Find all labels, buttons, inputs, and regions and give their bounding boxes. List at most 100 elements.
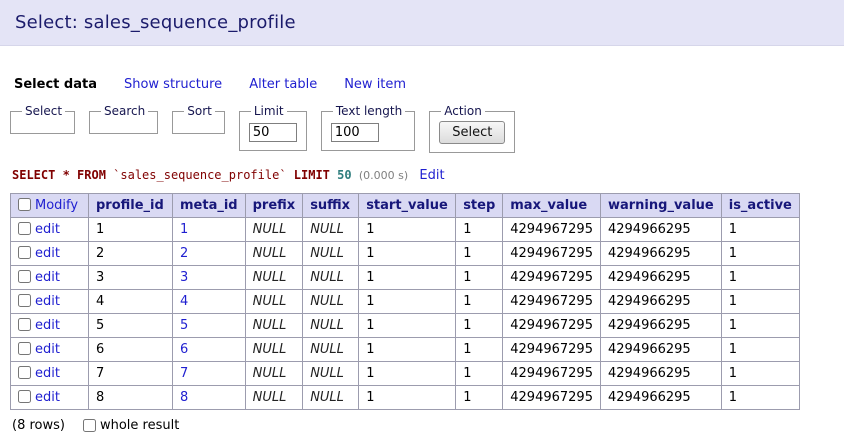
edit-link[interactable]: edit	[35, 390, 60, 405]
cell-step: 1	[455, 313, 504, 338]
modify-cell: edit	[10, 217, 89, 242]
table-row: edit 3 3 NULL NULL 1 1 4294967295 429496…	[10, 265, 800, 290]
cell-max-value: 4294967295	[502, 385, 601, 410]
tab-alter-table[interactable]: Alter table	[249, 77, 317, 92]
select-button[interactable]: Select	[439, 121, 506, 144]
col-header-warning-value[interactable]: warning_value	[599, 193, 722, 218]
cell-max-value: 4294967295	[502, 289, 601, 314]
modify-cell: edit	[10, 289, 89, 314]
cell-suffix: NULL	[302, 241, 360, 266]
cell-profile-id: 2	[88, 241, 173, 266]
meta-id-link[interactable]: 3	[180, 270, 188, 285]
edit-link[interactable]: edit	[35, 270, 60, 285]
cell-meta-id: 7	[172, 361, 246, 386]
text-length-fieldset: Text length	[320, 104, 416, 151]
cell-max-value: 4294967295	[502, 241, 601, 266]
edit-link[interactable]: edit	[35, 246, 60, 261]
row-checkbox[interactable]	[18, 318, 31, 331]
meta-id-link[interactable]: 4	[180, 294, 188, 309]
select-all-checkbox[interactable]	[18, 198, 31, 211]
cell-prefix: NULL	[244, 337, 304, 362]
tab-new-item[interactable]: New item	[344, 77, 406, 92]
sql-table-name: `sales_sequence_profile`	[113, 168, 287, 182]
col-link-profile-id[interactable]: profile_id	[96, 198, 164, 213]
edit-link[interactable]: edit	[35, 294, 60, 309]
col-link-meta-id[interactable]: meta_id	[180, 198, 238, 213]
col-header-prefix[interactable]: prefix	[244, 193, 304, 218]
modify-header-cell: Modify	[10, 193, 89, 218]
edit-link[interactable]: edit	[35, 318, 60, 333]
row-checkbox[interactable]	[18, 366, 31, 379]
action-legend: Action	[444, 104, 482, 118]
text-length-input[interactable]	[330, 123, 379, 142]
cell-start-value: 1	[358, 337, 457, 362]
sql-exec-time: (0.000 s)	[358, 169, 409, 182]
col-header-max-value[interactable]: max_value	[502, 193, 601, 218]
col-header-meta-id[interactable]: meta_id	[172, 193, 246, 218]
sql-edit-link[interactable]: Edit	[419, 168, 444, 183]
col-header-step[interactable]: step	[455, 193, 504, 218]
table-row: edit 8 8 NULL NULL 1 1 4294967295 429496…	[10, 385, 800, 410]
meta-id-link[interactable]: 8	[180, 390, 188, 405]
cell-start-value: 1	[358, 289, 457, 314]
action-fieldset: Action Select	[429, 104, 516, 153]
cell-warning-value: 4294966295	[599, 241, 722, 266]
meta-id-link[interactable]: 1	[180, 222, 188, 237]
cell-suffix: NULL	[302, 337, 360, 362]
tab-select-data[interactable]: Select data	[14, 77, 97, 92]
cell-profile-id: 7	[88, 361, 173, 386]
row-checkbox[interactable]	[18, 270, 31, 283]
cell-suffix: NULL	[302, 385, 360, 410]
cell-start-value: 1	[358, 313, 457, 338]
modify-cell: edit	[10, 313, 89, 338]
cell-profile-id: 1	[88, 217, 173, 242]
col-link-max-value[interactable]: max_value	[510, 198, 587, 213]
cell-warning-value: 4294966295	[599, 217, 722, 242]
cell-warning-value: 4294966295	[599, 265, 722, 290]
col-link-prefix[interactable]: prefix	[253, 198, 296, 213]
meta-id-link[interactable]: 6	[180, 342, 188, 357]
row-checkbox[interactable]	[18, 222, 31, 235]
select-legend: Select	[25, 104, 63, 118]
meta-id-link[interactable]: 2	[180, 246, 188, 261]
col-header-is-active[interactable]: is_active	[720, 193, 800, 218]
meta-id-link[interactable]: 5	[180, 318, 188, 333]
limit-input[interactable]	[248, 123, 297, 142]
tab-show-structure[interactable]: Show structure	[124, 77, 222, 92]
table-row: edit 2 2 NULL NULL 1 1 4294967295 429496…	[10, 241, 800, 266]
col-link-is-active[interactable]: is_active	[729, 198, 792, 213]
cell-meta-id: 4	[172, 289, 246, 314]
cell-start-value: 1	[358, 241, 457, 266]
query-controls: Select Search Sort Limit Text length Act…	[10, 104, 834, 153]
cell-suffix: NULL	[302, 265, 360, 290]
limit-fieldset: Limit	[238, 104, 307, 151]
row-checkbox[interactable]	[18, 246, 31, 259]
edit-link[interactable]: edit	[35, 222, 60, 237]
modify-link[interactable]: Modify	[35, 198, 78, 213]
row-checkbox[interactable]	[18, 342, 31, 355]
cell-warning-value: 4294966295	[599, 385, 722, 410]
cell-start-value: 1	[358, 265, 457, 290]
page-title: Select: sales_sequence_profile	[15, 12, 296, 33]
col-link-warning-value[interactable]: warning_value	[608, 198, 714, 213]
col-header-start-value[interactable]: start_value	[358, 193, 457, 218]
col-header-profile-id[interactable]: profile_id	[88, 193, 173, 218]
cell-prefix: NULL	[244, 241, 304, 266]
cell-prefix: NULL	[244, 385, 304, 410]
edit-link[interactable]: edit	[35, 342, 60, 357]
col-link-start-value[interactable]: start_value	[366, 198, 448, 213]
adminer-select-page: Select: sales_sequence_profile Select da…	[0, 0, 844, 438]
col-link-suffix[interactable]: suffix	[310, 198, 350, 213]
cell-is-active: 1	[720, 313, 800, 338]
edit-link[interactable]: edit	[35, 366, 60, 381]
row-checkbox[interactable]	[18, 390, 31, 403]
meta-id-link[interactable]: 7	[180, 366, 188, 381]
row-checkbox[interactable]	[18, 294, 31, 307]
whole-result-checkbox[interactable]	[82, 419, 96, 432]
row-count: (8 rows)	[12, 418, 65, 433]
table-header-row: Modify profile_id meta_id prefix suffix …	[10, 193, 800, 218]
sql-limit-value: 50	[337, 168, 352, 182]
col-link-step[interactable]: step	[463, 198, 495, 213]
cell-prefix: NULL	[244, 289, 304, 314]
col-header-suffix[interactable]: suffix	[302, 193, 360, 218]
